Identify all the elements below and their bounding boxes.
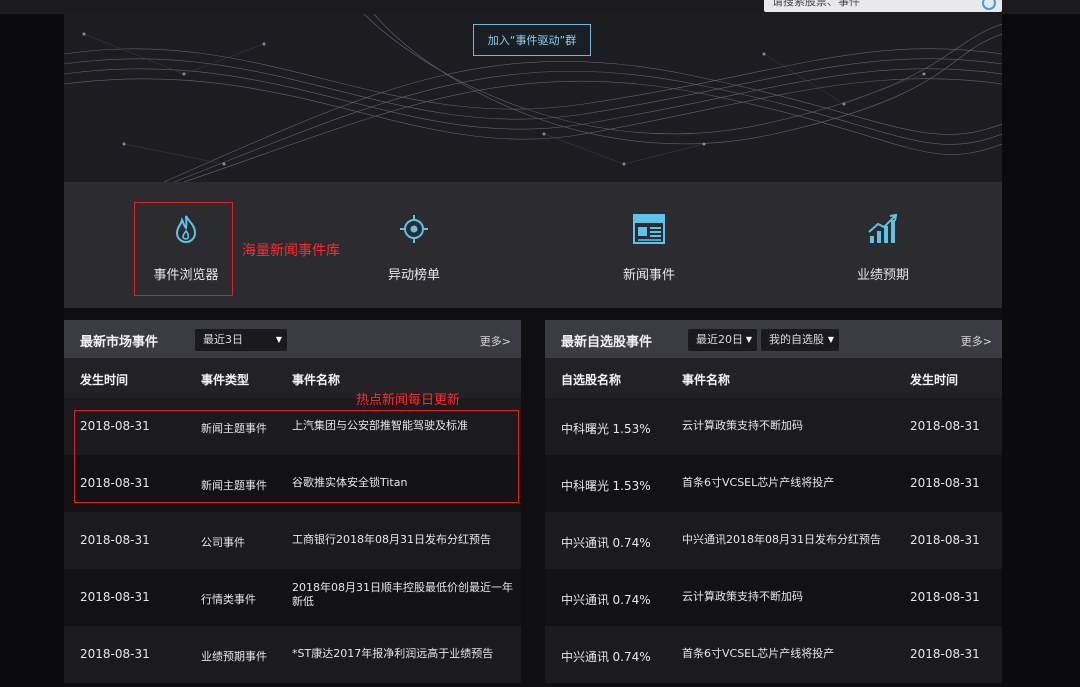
feature-earnings-forecast[interactable]: 业绩预期 <box>788 182 978 308</box>
stock-name[interactable]: 中科曙光 1.53% <box>561 477 651 494</box>
event-type: 业绩预期事件 <box>201 650 267 663</box>
column-header: 自选股名称 <box>561 373 622 387</box>
range-select-value: 最近3日 <box>203 333 243 346</box>
table-row[interactable]: 中兴通讯 0.74% 云计算政策支持不断加码 2018-08-31 <box>545 569 1002 626</box>
event-date: 2018-08-31 <box>910 476 980 490</box>
range-select[interactable]: 最近20日 ▼ <box>688 329 757 351</box>
event-date: 2018-08-31 <box>910 533 980 547</box>
range-select-value: 最近20日 <box>696 333 743 346</box>
event-type: 公司事件 <box>201 536 245 549</box>
caret-down-icon: ▼ <box>275 335 282 344</box>
feature-label: 异动榜单 <box>387 268 440 283</box>
panel-header: 最新自选股事件 最近20日 ▼ 我的自选股 ▼ 更多> <box>545 320 1002 358</box>
table-row[interactable]: 中兴通讯 0.74% 首条6寸VCSEL芯片产线将投产 2018-08-31 <box>545 626 1002 683</box>
event-date: 2018-08-31 <box>910 590 980 604</box>
watchlist-events-panel: 最新自选股事件 最近20日 ▼ 我的自选股 ▼ 更多> 自选股名称 事件名称 发… <box>545 320 1002 683</box>
feature-label: 业绩预期 <box>856 268 909 283</box>
annotation-table-note: 热点新闻每日更新 <box>356 393 461 408</box>
watchlist-select[interactable]: 我的自选股 ▼ <box>761 329 839 351</box>
stock-label: 中兴通讯 <box>561 536 610 550</box>
stock-label: 中兴通讯 <box>561 593 610 607</box>
feature-anomaly-ranking[interactable]: 异动榜单 <box>319 182 509 308</box>
event-date: 2018-08-31 <box>910 647 980 661</box>
stock-label: 中科曙光 <box>561 422 610 436</box>
table-row[interactable]: 中兴通讯 0.74% 中兴通讯2018年08月31日发布分红预告 2018-08… <box>545 512 1002 569</box>
price-change: 0.74% <box>612 593 651 607</box>
feature-news-events[interactable]: 新闻事件 <box>554 182 744 308</box>
table-header: 自选股名称 事件名称 发生时间 <box>545 358 1002 398</box>
event-name[interactable]: *ST康达2017年报净利润远高于业绩预告 <box>292 645 512 661</box>
event-name[interactable]: 中兴通讯2018年08月31日发布分红预告 <box>682 531 902 547</box>
table-row[interactable]: 2018-08-31 公司事件 工商银行2018年08月31日发布分红预告 <box>64 512 521 569</box>
stock-label: 中科曙光 <box>561 479 610 493</box>
table-row[interactable]: 中科曙光 1.53% 云计算政策支持不断加码 2018-08-31 <box>545 398 1002 455</box>
event-name[interactable]: 云计算政策支持不断加码 <box>682 417 902 433</box>
annotation-feature-note: 海量新闻事件库 <box>242 243 340 259</box>
news-icon <box>633 214 665 244</box>
search-input[interactable]: 请搜索股票、事件 <box>764 0 1002 12</box>
event-name[interactable]: 2018年08月31日顺丰控股最低价创最近一年新低 <box>292 581 514 609</box>
event-date: 2018-08-31 <box>80 590 150 604</box>
event-type: 行情类事件 <box>201 593 256 606</box>
event-name[interactable]: 首条6寸VCSEL芯片产线将投产 <box>682 474 902 490</box>
event-date: 2018-08-31 <box>80 647 150 661</box>
feature-label: 新闻事件 <box>622 268 675 283</box>
top-nav: 请搜索股票、事件 <box>0 0 1080 14</box>
join-group-button[interactable]: 加入“事件驱动”群 <box>473 24 591 56</box>
more-link[interactable]: 更多> <box>961 333 992 349</box>
caret-down-icon: ▼ <box>827 335 834 344</box>
event-date: 2018-08-31 <box>910 419 980 433</box>
column-header: 发生时间 <box>910 373 959 387</box>
stock-name[interactable]: 中科曙光 1.53% <box>561 420 651 437</box>
table-row[interactable]: 2018-08-31 行情类事件 2018年08月31日顺丰控股最低价创最近一年… <box>64 569 521 626</box>
stock-name[interactable]: 中兴通讯 0.74% <box>561 648 651 665</box>
table-row[interactable]: 中科曙光 1.53% 首条6寸VCSEL芯片产线将投产 2018-08-31 <box>545 455 1002 512</box>
column-header: 事件类型 <box>201 373 250 387</box>
annotation-box-table <box>74 410 519 503</box>
more-link[interactable]: 更多> <box>480 333 511 349</box>
annotation-box-feature <box>134 202 233 296</box>
event-name[interactable]: 工商银行2018年08月31日发布分红预告 <box>292 531 512 547</box>
column-header: 发生时间 <box>80 373 129 387</box>
hero-banner: 加入“事件驱动”群 <box>64 14 1002 182</box>
panel-title: 最新自选股事件 <box>561 335 653 350</box>
watchlist-select-value: 我的自选股 <box>769 333 824 346</box>
caret-down-icon: ▼ <box>745 335 752 344</box>
range-select[interactable]: 最近3日 ▼ <box>195 329 287 351</box>
event-name[interactable]: 云计算政策支持不断加码 <box>682 588 902 604</box>
price-change: 0.74% <box>612 536 651 550</box>
crosshair-icon <box>400 215 428 243</box>
search-icon[interactable] <box>982 0 996 10</box>
price-change: 1.53% <box>612 479 651 493</box>
column-header: 事件名称 <box>292 373 341 387</box>
panel-title: 最新市场事件 <box>80 335 159 350</box>
column-header: 事件名称 <box>682 373 731 387</box>
panel-header: 最新市场事件 最近3日 ▼ 更多> <box>64 320 521 358</box>
stock-label: 中兴通讯 <box>561 650 610 664</box>
stock-name[interactable]: 中兴通讯 0.74% <box>561 591 651 608</box>
event-date: 2018-08-31 <box>80 533 150 547</box>
price-change: 0.74% <box>612 650 651 664</box>
table-row[interactable]: 2018-08-31 业绩预期事件 *ST康达2017年报净利润远高于业绩预告 <box>64 626 521 683</box>
stock-name[interactable]: 中兴通讯 0.74% <box>561 534 651 551</box>
event-name[interactable]: 首条6寸VCSEL芯片产线将投产 <box>682 645 902 661</box>
chart-growth-icon <box>868 213 898 243</box>
price-change: 1.53% <box>612 422 651 436</box>
search-placeholder: 请搜索股票、事件 <box>772 0 860 8</box>
